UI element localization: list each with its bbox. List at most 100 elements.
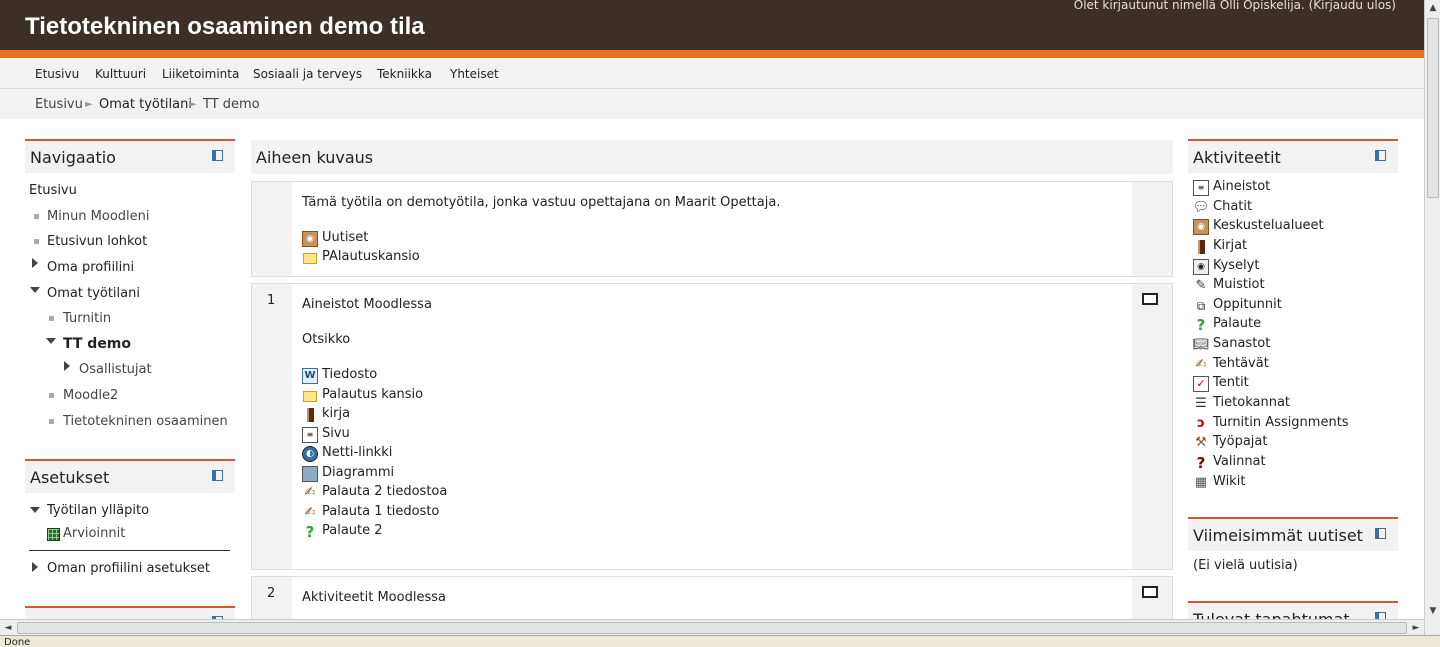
resources-icon: ≡ (1193, 180, 1209, 196)
expand-arrow-icon[interactable] (32, 562, 38, 572)
scroll-down-icon[interactable]: ▼ (1425, 603, 1440, 619)
section-highlight-toggle[interactable] (1142, 586, 1158, 598)
dock-icon[interactable] (1375, 612, 1386, 619)
menu-item-yhteiset[interactable]: Yhteiset (450, 67, 499, 81)
news-block-title: Viimeisimmät uutiset (1193, 526, 1363, 545)
dock-icon[interactable] (1375, 528, 1386, 539)
nav-item-osallistujat[interactable]: Osallistujat (79, 362, 152, 377)
dock-icon[interactable] (212, 150, 223, 161)
settings-item-tyotilan-yllapito[interactable]: Työtilan ylläpito (47, 503, 149, 518)
folder-icon (302, 388, 318, 404)
section-0: Tämä työtila on demotyötila, jonka vastu… (251, 181, 1173, 277)
navigation-block-header: Navigaatio (25, 139, 235, 173)
custom-menu: Etusivu Kulttuuri Liiketoiminta Sosiaali… (0, 58, 1424, 89)
nav-item-etusivun-lohkot[interactable]: Etusivun lohkot (47, 234, 147, 249)
expand-arrow-icon[interactable] (32, 258, 38, 268)
breadcrumb-separator: ► (189, 99, 197, 110)
collapse-arrow-icon[interactable] (46, 338, 56, 344)
breadcrumb-separator: ► (85, 99, 93, 110)
divider (29, 550, 230, 551)
menu-item-sosiaali-ja-terveys[interactable]: Sosiaali ja terveys (253, 67, 362, 81)
activities-block-header: Aktiviteetit (1188, 139, 1398, 173)
glossary-icon: 📖︎ (1192, 337, 1210, 352)
login-info[interactable]: Olet kirjautunut nimellä Olli Opiskelija… (1074, 0, 1396, 12)
section-0-summary: Tämä työtila on demotyötila, jonka vastu… (302, 195, 781, 210)
choice-icon: ◉ (1193, 259, 1209, 275)
scroll-up-icon[interactable]: ▲ (1425, 0, 1440, 16)
upcoming-block-title: Tulevat tapahtumat (1193, 610, 1350, 619)
scrollbar-thumb[interactable] (17, 622, 1407, 634)
section-summary-header: Aiheen kuvaus (251, 140, 1173, 174)
nav-item-omat-tyotilani[interactable]: Omat työtilani (47, 286, 140, 301)
section-1-title: Aineistot Moodlessa (302, 297, 432, 312)
news-empty-text: (Ei vielä uutisia) (1193, 558, 1298, 573)
section-highlight-toggle[interactable] (1142, 293, 1158, 305)
bullet-icon (34, 239, 39, 244)
lesson-icon: ⧉ (1196, 299, 1206, 313)
section-number: 2 (267, 586, 276, 601)
section-summary-title: Aiheen kuvaus (256, 148, 374, 167)
settings-item-oman-profiilini-asetukset[interactable]: Oman profiilini asetukset (47, 561, 210, 576)
assignment-icon: ✍ (1195, 357, 1207, 372)
nav-item-turnitin[interactable]: Turnitin (63, 311, 111, 326)
navigation-block-title: Navigaatio (30, 148, 116, 167)
scrollbar-thumb[interactable] (1427, 18, 1439, 198)
collapse-arrow-icon[interactable] (30, 507, 40, 513)
database-icon: ☰ (1195, 396, 1207, 411)
nav-item-tietotekninen-osaaminen[interactable]: Tietotekninen osaaminen (63, 414, 228, 429)
menu-item-etusivu[interactable]: Etusivu (35, 67, 79, 81)
settings-block-header: Asetukset (25, 459, 235, 493)
image-icon (302, 466, 318, 482)
page-header: Olet kirjautunut nimellä Olli Opiskelija… (0, 0, 1424, 58)
settings-item-arvioinnit[interactable]: Arvioinnit (63, 526, 125, 541)
section-1: 1 Aineistot Moodlessa Otsikko W Tiedosto… (251, 283, 1173, 570)
expand-arrow-icon[interactable] (64, 361, 70, 371)
menu-item-liiketoiminta[interactable]: Liiketoiminta (162, 67, 239, 81)
news-block-header: Viimeisimmät uutiset (1188, 517, 1398, 551)
nav-item-moodle2[interactable]: Moodle2 (63, 388, 118, 403)
section-2-title: Aktiviteetit Moodlessa (302, 590, 446, 605)
question-icon: ? (1196, 454, 1206, 472)
file-icon: W (302, 368, 318, 384)
vertical-scrollbar[interactable]: ▲ ▼ (1424, 0, 1440, 635)
wiki-icon: ▦ (1194, 475, 1208, 490)
left-block-cut (25, 606, 235, 619)
upcoming-block-header: Tulevat tapahtumat (1188, 601, 1398, 619)
forum-icon: ◉ (1193, 219, 1209, 235)
url-icon: ◐ (302, 446, 318, 462)
dock-icon[interactable] (212, 470, 223, 481)
collapse-arrow-icon[interactable] (30, 287, 40, 293)
breadcrumb-etusivu[interactable]: Etusivu (35, 97, 83, 112)
settings-block-title: Asetukset (30, 468, 110, 487)
nav-item-minun-moodleni[interactable]: Minun Moodleni (47, 209, 150, 224)
breadcrumb-current: TT demo (203, 97, 260, 112)
quiz-icon: ✓ (1193, 376, 1209, 392)
bullet-icon (34, 214, 39, 219)
scroll-left-icon[interactable]: ◄ (0, 620, 16, 636)
scroll-right-icon[interactable]: ► (1408, 620, 1424, 636)
dock-icon[interactable] (1375, 150, 1386, 161)
bullet-icon (49, 316, 54, 321)
nav-item-tt-demo[interactable]: TT demo (63, 336, 131, 352)
feedback-icon: ? (1196, 316, 1206, 334)
browser-status-bar: Done (0, 635, 1440, 647)
activities-block-title: Aktiviteetit (1193, 148, 1281, 167)
breadcrumb-omat-tyotilani[interactable]: Omat työtilani (99, 97, 192, 112)
folder-icon (302, 250, 318, 266)
forum-icon: ◉ (302, 231, 318, 247)
section-number: 1 (267, 293, 276, 308)
bullet-icon (49, 419, 54, 424)
site-title: Tietotekninen osaaminen demo tila (25, 13, 425, 40)
menu-item-kulttuuri[interactable]: Kulttuuri (95, 67, 146, 81)
nav-item-oma-profiilini[interactable]: Oma profiilini (47, 260, 134, 275)
bullet-icon (49, 393, 54, 398)
page-icon: ≡ (302, 427, 318, 443)
nav-item-etusivu[interactable]: Etusivu (29, 183, 77, 198)
menu-item-tekniikka[interactable]: Tekniikka (377, 67, 432, 81)
assignment-icon: ✍ (304, 505, 316, 520)
feedback-icon: ? (305, 523, 315, 541)
notes-icon: ✎ (1195, 278, 1207, 293)
status-text: Done (4, 637, 31, 647)
workshop-icon: ⚒ (1195, 435, 1207, 450)
horizontal-scrollbar[interactable]: ◄ ► (0, 619, 1424, 635)
